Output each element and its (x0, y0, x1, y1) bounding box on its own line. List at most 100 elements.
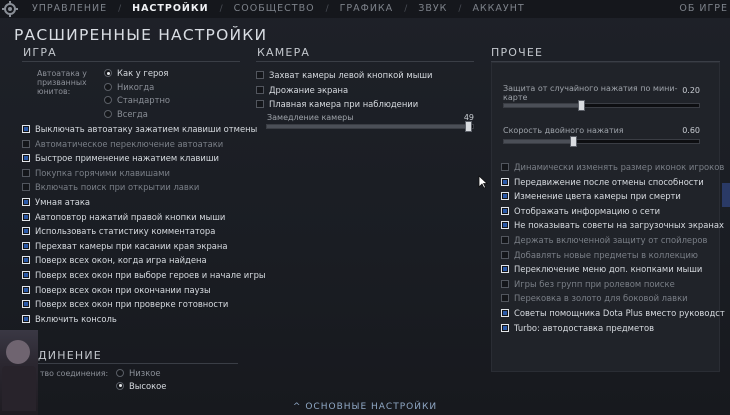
radio-option[interactable]: Всегда (104, 109, 148, 119)
nav-tab-community[interactable]: СООБЩЕСТВО (234, 3, 315, 14)
nav-tab-settings[interactable]: НАСТРОЙКИ (132, 3, 208, 14)
option-row[interactable]: Выключать автоатаку зажатием клавиши отм… (22, 124, 257, 134)
checkbox[interactable] (22, 183, 30, 192)
checkbox[interactable] (501, 279, 509, 288)
checkbox[interactable] (256, 100, 264, 108)
checkbox[interactable] (22, 285, 30, 294)
checkbox[interactable] (22, 168, 30, 177)
side-panel-tab[interactable] (722, 183, 730, 207)
checkbox[interactable] (22, 125, 30, 133)
checkbox[interactable] (501, 250, 509, 259)
checkbox[interactable] (501, 294, 509, 303)
radio-label: Как у героя (117, 68, 169, 78)
radio-label: Высокое (129, 380, 167, 391)
checkbox[interactable] (22, 154, 30, 163)
option-row[interactable]: Дрожание экрана (256, 85, 476, 95)
nav-tab-account[interactable]: АККАУНТ (472, 3, 524, 14)
option-label: Передвижение после отмены способности (514, 176, 704, 187)
option-row[interactable]: Автоповтор нажатий правой кнопки мыши (22, 212, 242, 222)
checkbox[interactable] (22, 139, 30, 148)
option-row[interactable]: Держать включенной защиту от спойлеров (501, 235, 716, 245)
checkbox[interactable] (501, 192, 509, 201)
minimap-protection-slider[interactable] (503, 100, 700, 111)
nav-tab-sound[interactable]: ЗВУК (418, 3, 447, 14)
option-row[interactable]: Игры без групп при ролевом поиске (501, 279, 716, 289)
option-row[interactable]: Поверх всех окон при окончании паузы (22, 285, 242, 295)
option-row[interactable]: Поверх всех окон при проверке готовности (22, 299, 242, 309)
checkbox[interactable] (501, 163, 509, 171)
radio-button[interactable] (116, 381, 124, 390)
option-row[interactable]: Включить консоль (22, 314, 242, 324)
option-row[interactable]: Поверх всех окон при выборе героев и нач… (22, 270, 266, 280)
minimap-protection-label-1: Защита от случайного нажатия по мини- (503, 84, 678, 93)
option-row[interactable]: Перековка в золото для боковой лавки (501, 293, 716, 303)
option-row[interactable]: Покупка горячими клавишами (22, 168, 242, 178)
checkbox[interactable] (501, 177, 509, 186)
radio-button[interactable] (104, 82, 112, 91)
option-row[interactable]: Переключение меню доп. кнопками мыши (501, 264, 716, 274)
nav-tab-graphics[interactable]: ГРАФИКА (340, 3, 394, 14)
option-label: Изменение цвета камеры при смерти (514, 191, 681, 202)
option-row[interactable]: Передвижение после отмены способности (501, 177, 716, 187)
radio-option[interactable]: Как у героя (104, 68, 168, 78)
checkbox[interactable] (501, 221, 509, 230)
checkbox[interactable] (256, 71, 264, 79)
option-label: Использовать статистику комментатора (35, 226, 216, 237)
radio-option[interactable]: Низкое (116, 368, 161, 378)
option-label: Добавлять новые предметы в коллекцию (514, 249, 698, 260)
gear-icon[interactable] (1, 0, 19, 18)
option-row[interactable]: Поверх всех окон, когда игра найдена (22, 255, 242, 265)
option-row[interactable]: Захват камеры левой кнопкой мыши (256, 70, 476, 80)
option-row[interactable]: Turbo: автодоставка предметов (501, 323, 716, 333)
checkbox[interactable] (22, 241, 30, 250)
radio-button[interactable] (104, 69, 112, 77)
option-row[interactable]: Перехват камеры при касании края экрана (22, 241, 242, 251)
camera-slowdown-slider[interactable] (266, 121, 474, 132)
option-row[interactable]: Включать поиск при открытии лавки (22, 182, 242, 192)
option-row[interactable]: Использовать статистику комментатора (22, 226, 242, 236)
radio-option[interactable]: Никогда (104, 82, 154, 92)
basic-settings-label: ОСНОВНЫЕ НАСТРОЙКИ (305, 402, 438, 412)
option-row[interactable]: Автоматическое переключение автоатаки (22, 139, 242, 149)
nav-tab-controls[interactable]: УПРАВЛЕНИЕ (32, 3, 107, 14)
checkbox[interactable] (22, 314, 30, 323)
nav-tab-about[interactable]: ОБ ИГРЕ (679, 3, 728, 14)
radio-option[interactable]: Высокое (116, 381, 166, 391)
option-row[interactable]: Изменение цвета камеры при смерти (501, 191, 716, 201)
option-row[interactable]: Добавлять новые предметы в коллекцию (501, 250, 716, 260)
checkbox[interactable] (256, 85, 264, 94)
checkbox[interactable] (501, 236, 509, 244)
checkbox[interactable] (22, 227, 30, 236)
checkbox[interactable] (501, 206, 509, 215)
checkbox[interactable] (22, 271, 30, 279)
radio-option[interactable]: Стандартно (104, 95, 170, 105)
checkbox[interactable] (501, 309, 509, 317)
radio-button[interactable] (104, 109, 112, 118)
option-row[interactable]: Плавная камера при наблюдении (256, 99, 476, 109)
camera-section-title: КАМЕРА (257, 46, 311, 59)
basic-settings-button[interactable]: ^ ОСНОВНЫЕ НАСТРОЙКИ (280, 402, 450, 412)
player-avatar (0, 330, 38, 415)
slider-handle[interactable] (464, 121, 472, 132)
radio-button[interactable] (116, 369, 124, 377)
slider-handle[interactable] (570, 136, 578, 147)
option-row[interactable]: Умная атака (22, 197, 242, 207)
checkbox[interactable] (22, 256, 30, 265)
checkbox[interactable] (501, 323, 509, 332)
checkbox[interactable] (22, 198, 30, 206)
option-label: Отображать информацию о сети (514, 205, 661, 216)
option-row[interactable]: Отображать информацию о сети (501, 206, 716, 216)
checkbox[interactable] (22, 212, 30, 221)
checkbox[interactable] (501, 265, 509, 274)
slider-handle[interactable] (578, 100, 585, 111)
option-row[interactable]: Не показывать советы на загрузочных экра… (501, 220, 724, 230)
double-tap-speed-slider[interactable] (503, 136, 700, 147)
option-label: Включить консоль (35, 313, 117, 324)
option-label: Плавная камера при наблюдении (269, 99, 419, 109)
option-row[interactable]: Динамически изменять размер иконок игрок… (501, 162, 724, 172)
divider (38, 363, 238, 364)
option-row[interactable]: Быстрое применение нажатием клавиши (22, 153, 242, 163)
option-row[interactable]: Советы помощника Dota Plus вместо руково… (501, 308, 725, 318)
radio-button[interactable] (104, 96, 112, 104)
checkbox[interactable] (22, 300, 30, 309)
